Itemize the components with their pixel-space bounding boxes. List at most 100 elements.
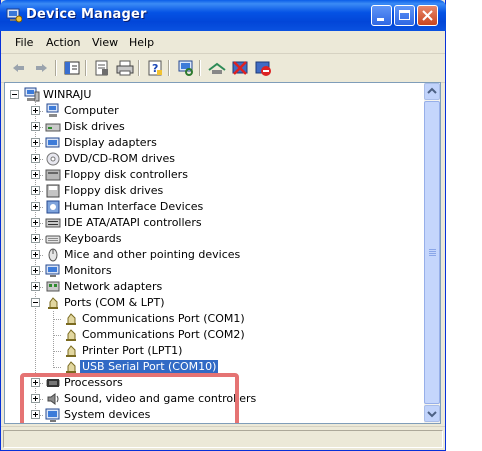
tree-connector-line	[40, 287, 43, 289]
tree-item-port-2[interactable]: Communications Port (COM2)	[63, 327, 440, 343]
print-button[interactable]	[115, 58, 135, 78]
scroll-up-arrow-icon	[427, 87, 437, 94]
device-tree-panel[interactable]: WINRAJU Computer Disk drives Display adapte…	[4, 82, 441, 424]
expand-button[interactable]	[31, 106, 40, 115]
scroll-down-button[interactable]	[424, 405, 440, 422]
scan-hardware-button[interactable]	[176, 58, 196, 78]
tree-item-network-adapters[interactable]: Network adapters	[45, 279, 425, 295]
tree-item-ide-ata-atapi-controllers[interactable]: IDE ATA/ATAPI controllers	[45, 215, 425, 231]
tree-item-dvd-cd-rom-drives[interactable]: DVD/CD-ROM drives	[45, 151, 425, 167]
tree-connector-line	[53, 367, 61, 369]
expand-button[interactable]	[31, 170, 40, 179]
tree-item-ports[interactable]: Ports (COM & LPT)	[45, 295, 425, 311]
collapse-button[interactable]	[31, 298, 40, 307]
tree-item-floppy-disk-controllers[interactable]: Floppy disk controllers	[45, 167, 425, 183]
forward-arrow-icon	[36, 64, 47, 72]
expand-button[interactable]	[31, 250, 40, 259]
monitor-icon	[45, 264, 60, 277]
root-computer-icon	[24, 87, 40, 102]
tree-item-display-adapters[interactable]: Display adapters	[45, 135, 425, 151]
expand-button[interactable]	[31, 138, 40, 147]
scroll-thumb[interactable]	[424, 101, 440, 404]
show-hide-console-tree-button[interactable]	[62, 58, 82, 78]
tree-item-port-1[interactable]: Communications Port (COM1)	[63, 311, 440, 327]
menu-bar: File Action View Help	[1, 31, 445, 54]
tree-connector-line	[40, 207, 43, 209]
tree-item-label: USB Serial Port (COM10)	[80, 360, 219, 373]
port-icon	[66, 329, 76, 341]
scan-hardware-icon	[178, 60, 193, 76]
hid-icon	[46, 200, 60, 214]
expand-button[interactable]	[31, 282, 40, 291]
toolbar-separator	[85, 60, 87, 76]
tree-connector-line	[40, 143, 43, 145]
port-icon	[66, 345, 76, 357]
tree-item-computer[interactable]: Computer	[45, 103, 425, 119]
expand-button[interactable]	[31, 234, 40, 243]
scroll-down-arrow-icon	[427, 411, 437, 418]
maximize-button[interactable]	[394, 5, 415, 26]
menu-action[interactable]: Action	[46, 36, 80, 49]
tree-item-disk-drives[interactable]: Disk drives	[45, 119, 425, 135]
floppy-controller-icon	[45, 169, 61, 181]
toolbar: ?	[1, 54, 445, 83]
port-icon	[48, 297, 58, 309]
tree-item-label: Printer Port (LPT1)	[82, 344, 183, 357]
forward-button[interactable]	[31, 58, 51, 78]
tree-item-label: Ports (COM & LPT)	[64, 296, 165, 309]
back-button[interactable]	[9, 58, 29, 78]
vertical-scrollbar[interactable]	[424, 83, 440, 423]
tree-root-winraju[interactable]: WINRAJU	[24, 87, 404, 103]
close-icon	[422, 10, 433, 21]
highlight-annotation-box	[20, 373, 239, 423]
expand-button[interactable]	[31, 154, 40, 163]
tree-connector-line	[40, 223, 43, 225]
tree-connector-line	[40, 271, 43, 273]
disable-icon	[255, 61, 271, 76]
uninstall-button[interactable]	[230, 58, 250, 78]
tree-item-human-interface-devices[interactable]: Human Interface Devices	[45, 199, 425, 215]
tree-connector-line	[53, 335, 61, 337]
tree-item-label: Network adapters	[64, 280, 163, 293]
minimize-icon	[377, 18, 384, 21]
minimize-button[interactable]	[371, 5, 392, 26]
properties-icon	[95, 60, 108, 76]
uninstall-icon	[232, 61, 248, 75]
scroll-up-button[interactable]	[424, 83, 440, 100]
menu-help[interactable]: Help	[129, 36, 154, 49]
tree-item-monitors[interactable]: Monitors	[45, 263, 425, 279]
expand-button[interactable]	[31, 122, 40, 131]
expand-button[interactable]	[31, 186, 40, 195]
tree-item-label: IDE ATA/ATAPI controllers	[64, 216, 202, 229]
title-bar[interactable]: Device Manager	[0, 0, 446, 31]
tree-item-label: Communications Port (COM1)	[82, 312, 245, 325]
toolbar-separator	[55, 60, 57, 76]
menu-file[interactable]: File	[15, 36, 33, 49]
tree-item-mice-and-other-pointing-devices[interactable]: Mice and other pointing devices	[45, 247, 425, 263]
tree-connector-line	[40, 159, 43, 161]
menu-view[interactable]: View	[92, 36, 118, 49]
update-driver-button[interactable]	[207, 58, 227, 78]
tree-connector-line	[40, 191, 43, 193]
show-hide-console-tree-icon	[64, 61, 80, 75]
expand-button[interactable]	[31, 266, 40, 275]
help-button[interactable]: ?	[145, 58, 165, 78]
close-button[interactable]	[417, 5, 438, 26]
computer-icon	[46, 103, 59, 117]
tree-item-label: Floppy disk controllers	[64, 168, 188, 181]
back-arrow-icon	[13, 64, 24, 72]
tree-item-port-3[interactable]: Printer Port (LPT1)	[63, 343, 440, 359]
help-icon: ?	[148, 60, 162, 76]
properties-button[interactable]	[92, 58, 112, 78]
keyboard-icon	[45, 235, 61, 244]
disable-button[interactable]	[253, 58, 273, 78]
expand-button[interactable]	[31, 218, 40, 227]
tree-item-floppy-disk-drives[interactable]: Floppy disk drives	[45, 183, 425, 199]
tree-item-keyboards[interactable]: Keyboards	[45, 231, 425, 247]
expand-button[interactable]	[31, 202, 40, 211]
tree-item-label: Communications Port (COM2)	[82, 328, 245, 341]
collapse-button[interactable]	[10, 90, 19, 99]
tree-item-label: Mice and other pointing devices	[64, 248, 241, 261]
display-adapter-icon	[45, 137, 60, 148]
tree-item-label: Keyboards	[64, 232, 122, 245]
